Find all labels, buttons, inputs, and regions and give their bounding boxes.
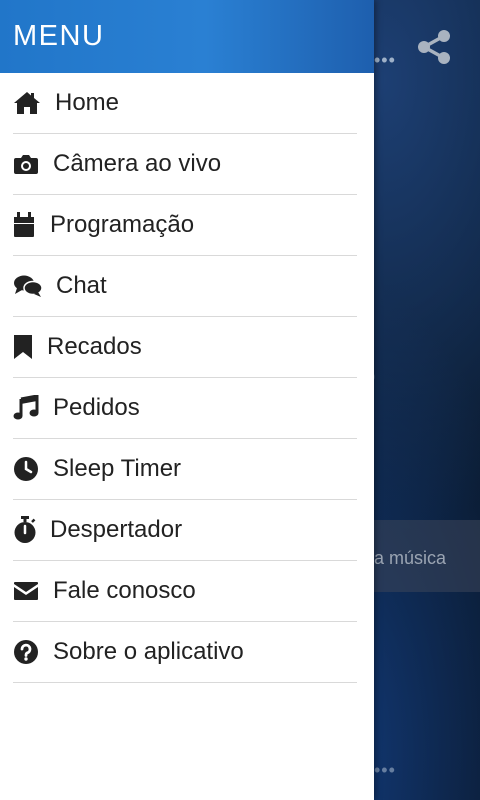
envelope-icon — [13, 577, 53, 605]
navigation-drawer: MENU Home Câmera ao vivo Programação Cha… — [0, 0, 374, 800]
menu-item-sobre[interactable]: Sobre o aplicativo — [13, 622, 357, 683]
background-banner-text: a música — [374, 548, 447, 568]
clock-icon — [13, 455, 53, 483]
menu-item-label: Sleep Timer — [53, 455, 182, 482]
music-note-icon — [13, 394, 53, 422]
menu-item-sleep-timer[interactable]: Sleep Timer — [13, 439, 357, 500]
menu-item-label: Recados — [47, 333, 142, 360]
menu-list: Home Câmera ao vivo Programação Chat Rec — [0, 73, 374, 683]
menu-item-label: Chat — [56, 272, 107, 299]
menu-item-chat[interactable]: Chat — [13, 256, 357, 317]
menu-item-label: Despertador — [50, 516, 183, 543]
calendar-icon — [13, 211, 50, 239]
menu-item-fale-conosco[interactable]: Fale conosco — [13, 561, 357, 622]
home-icon — [13, 89, 55, 117]
menu-item-label: Home — [55, 89, 120, 116]
camera-icon — [13, 150, 53, 178]
menu-item-label: Pedidos — [53, 394, 140, 421]
menu-item-camera[interactable]: Câmera ao vivo — [13, 134, 357, 195]
bookmark-icon — [13, 333, 47, 361]
menu-item-label: Programação — [50, 211, 195, 238]
question-circle-icon — [13, 638, 53, 666]
drawer-title: MENU — [13, 20, 105, 52]
menu-item-programacao[interactable]: Programação — [13, 195, 357, 256]
chat-bubbles-icon — [13, 272, 56, 300]
menu-item-pedidos[interactable]: Pedidos — [13, 378, 357, 439]
overflow-dots-icon: ••• — [374, 50, 396, 70]
menu-item-label: Câmera ao vivo — [53, 150, 222, 177]
menu-item-home[interactable]: Home — [13, 73, 357, 134]
menu-item-label: Sobre o aplicativo — [53, 638, 244, 665]
menu-item-recados[interactable]: Recados — [13, 317, 357, 378]
drawer-header: MENU — [0, 0, 374, 73]
background-dots-icon: ••• — [374, 760, 396, 780]
menu-item-despertador[interactable]: Despertador — [13, 500, 357, 561]
stopwatch-icon — [13, 516, 50, 544]
menu-item-label: Fale conosco — [53, 577, 196, 604]
share-icon[interactable] — [415, 28, 453, 66]
background-banner: a música — [374, 520, 480, 592]
